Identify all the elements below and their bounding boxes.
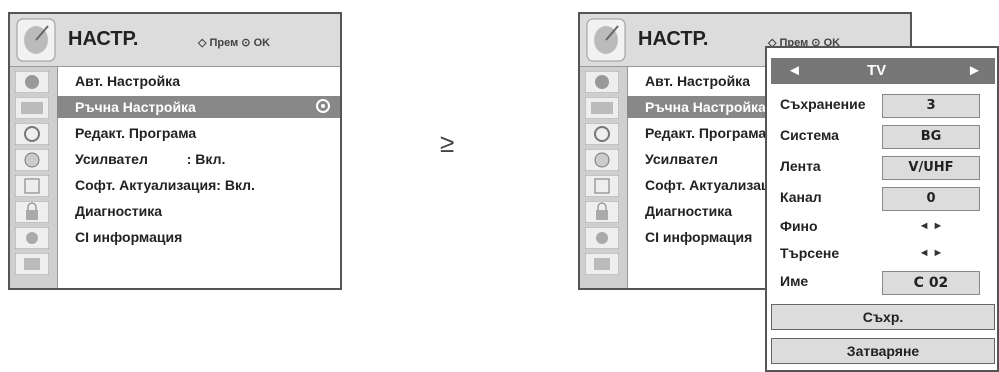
input-icon[interactable] (585, 227, 619, 249)
channel-value[interactable]: 0 (882, 187, 980, 211)
close-button[interactable]: Затваряне (771, 338, 995, 364)
input-icon[interactable] (15, 227, 49, 249)
ok-radio-icon (316, 99, 330, 113)
navigation-hint: ◇ Прем ⊙ OK (198, 37, 271, 49)
usb-icon[interactable] (15, 253, 49, 275)
category-icon-column (580, 67, 628, 288)
satellite-dish-icon[interactable] (15, 71, 49, 93)
satellite-dish-icon[interactable] (585, 71, 619, 93)
name-value[interactable]: C 02 (882, 271, 980, 295)
storage-label: Съхранение (780, 96, 866, 112)
menu-item-auto-tuning[interactable]: Авт. Настройка (57, 70, 340, 92)
audio-icon[interactable] (15, 123, 49, 145)
usb-icon[interactable] (585, 253, 619, 275)
menu-item-software-update[interactable]: Софт. Актуализация: Вкл. (57, 174, 340, 196)
option-icon[interactable] (585, 175, 619, 197)
menu-item-diagnostics[interactable]: Диагностика (57, 200, 340, 222)
menu-title: НАСТР. (638, 28, 709, 50)
system-value[interactable]: BG (882, 125, 980, 149)
source-selector[interactable]: ◄ TV ► (771, 58, 995, 84)
menu-item-manual-tuning[interactable]: Ръчна Настройка (57, 96, 340, 118)
menu-item-ci-information[interactable]: CI информация (57, 226, 340, 248)
band-label: Лента (780, 158, 821, 174)
satellite-dish-icon (16, 18, 56, 62)
menu-item-booster[interactable]: Усилвател : Вкл. (57, 148, 340, 170)
picture-icon[interactable] (585, 97, 619, 119)
arrow-right-icon[interactable]: ► (967, 62, 982, 79)
fine-label: Фино (780, 218, 818, 234)
picture-icon[interactable] (15, 97, 49, 119)
search-arrows-icon[interactable]: ◄ ► (882, 247, 980, 259)
storage-value[interactable]: 3 (882, 94, 980, 118)
audio-icon[interactable] (585, 123, 619, 145)
band-value[interactable]: V/UHF (882, 156, 980, 180)
step-arrow: ≥ (440, 128, 455, 158)
fine-arrows-icon[interactable]: ◄ ► (882, 220, 980, 232)
source-value: TV (867, 62, 887, 79)
search-label: Търсене (780, 245, 840, 261)
channel-label: Канал (780, 189, 822, 205)
arrow-left-icon[interactable]: ◄ (787, 62, 802, 79)
name-label: Име (780, 273, 809, 289)
satellite-dish-icon (586, 18, 626, 62)
menu-title: НАСТР. (68, 28, 139, 50)
clock-icon[interactable] (15, 149, 49, 171)
lock-icon[interactable] (585, 201, 619, 223)
system-label: Система (780, 127, 839, 143)
menu-header: НАСТР. ◇ Прем ⊙ OK (10, 14, 340, 67)
manual-tuning-popup: ◄ TV ► Съхранение 3 Система BG Лента V/U… (765, 46, 999, 372)
store-button[interactable]: Съхр. (771, 304, 995, 330)
option-icon[interactable] (15, 175, 49, 197)
category-icon-column (10, 67, 58, 288)
clock-icon[interactable] (585, 149, 619, 171)
setup-menu-left: НАСТР. ◇ Прем ⊙ OK Авт. Настройка Ръчна … (8, 12, 342, 290)
lock-icon[interactable] (15, 201, 49, 223)
menu-item-programme-edit[interactable]: Редакт. Програма (57, 122, 340, 144)
